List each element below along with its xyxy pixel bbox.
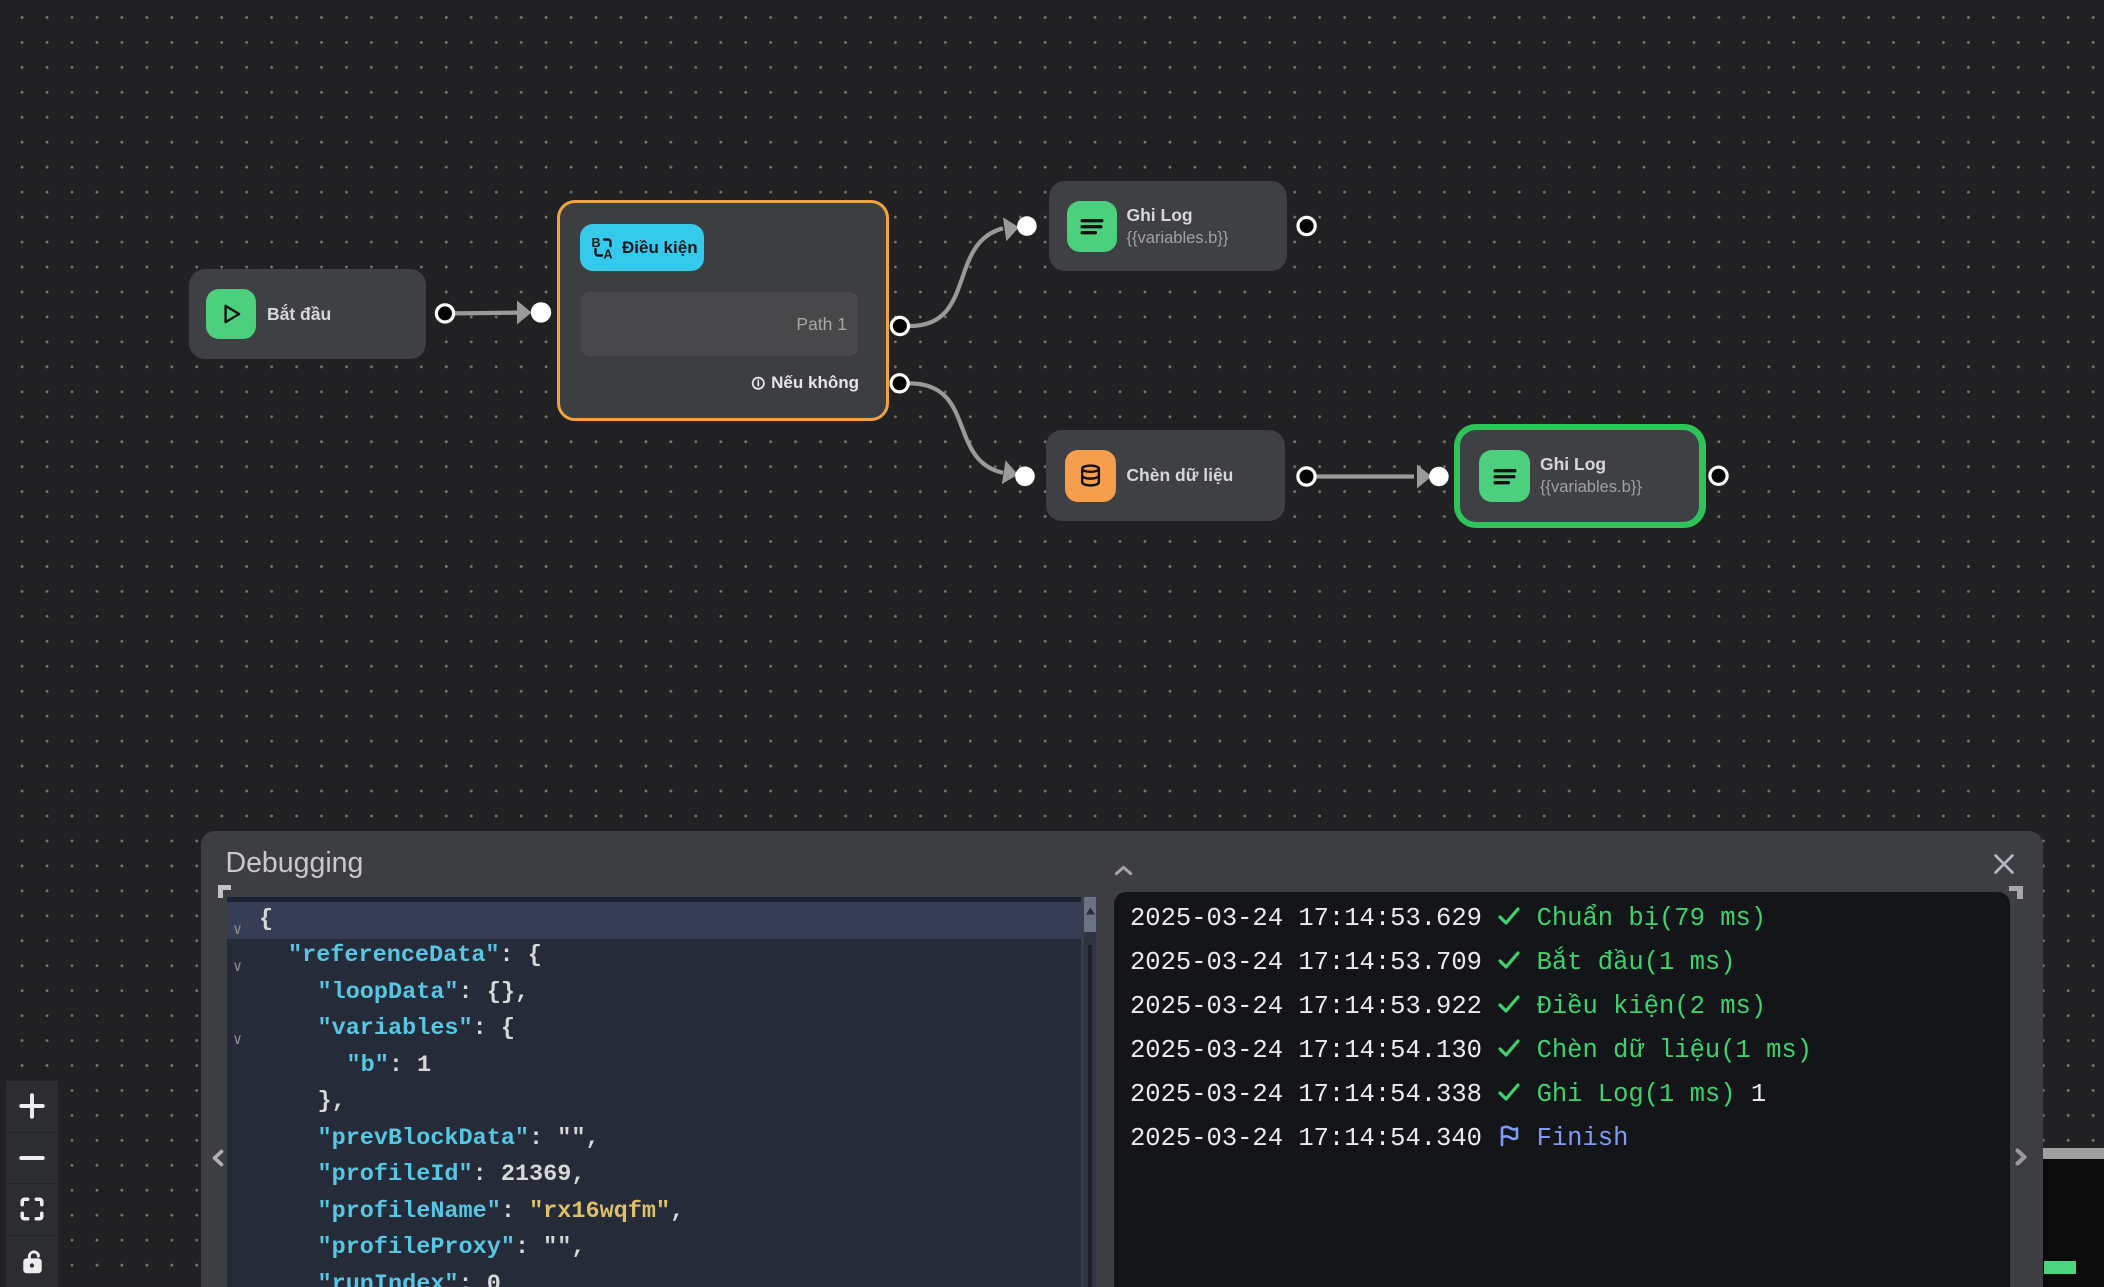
svg-text:B: B	[592, 236, 601, 250]
svg-text:A: A	[604, 247, 613, 260]
